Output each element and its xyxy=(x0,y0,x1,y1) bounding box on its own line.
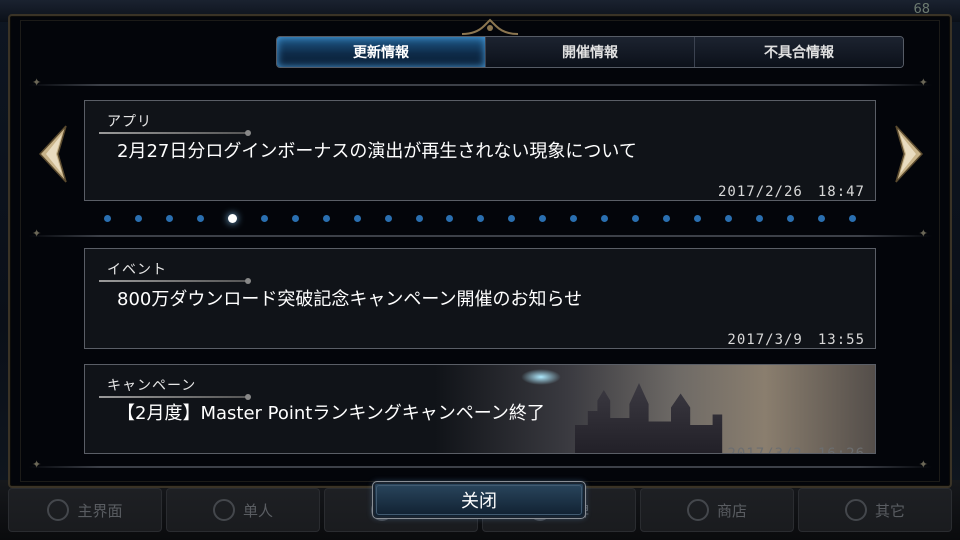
close-button[interactable]: 关闭 xyxy=(372,481,586,519)
nav-item-shop: 商店 xyxy=(640,488,794,532)
shop-icon xyxy=(686,499,709,521)
nav-label: 商店 xyxy=(716,501,747,520)
nav-label: 其它 xyxy=(874,501,905,520)
pagination-dot[interactable] xyxy=(477,214,485,222)
pagination-dot[interactable] xyxy=(291,214,299,222)
pagination-dot[interactable] xyxy=(632,214,640,222)
news-date: 2017/2/26 18:47 xyxy=(717,184,865,200)
nav-item-home: 主界面 xyxy=(8,488,162,532)
pagination-dot[interactable] xyxy=(756,214,764,222)
nav-item-other: 其它 xyxy=(798,488,952,532)
news-category: キャンペーン xyxy=(107,378,197,394)
castle-silhouette xyxy=(575,383,723,453)
pagination-dot[interactable] xyxy=(165,214,173,222)
category-underline xyxy=(99,278,251,284)
tab-events[interactable]: 開催情報 xyxy=(486,37,695,67)
nav-label: 单人 xyxy=(242,501,273,520)
news-category: アプリ xyxy=(107,114,152,130)
news-title: 2月27日分ログインボーナスの演出が再生されない現象について xyxy=(117,141,637,162)
pagination-dot[interactable] xyxy=(663,214,671,222)
next-arrow-icon[interactable] xyxy=(894,124,924,184)
news-tabs: 更新情報 開催情報 不具合情報 xyxy=(276,36,904,68)
pagination-dot[interactable] xyxy=(817,214,825,222)
pagination-dot[interactable] xyxy=(104,214,111,222)
pagination-dot[interactable] xyxy=(601,214,609,222)
tab-updates[interactable]: 更新情報 xyxy=(277,37,486,67)
nav-label: 主界面 xyxy=(77,501,123,520)
swords-icon xyxy=(212,499,235,521)
pagination-dot[interactable] xyxy=(415,214,423,222)
other-icon xyxy=(844,499,867,521)
news-date: 2017/3/9 13:55 xyxy=(727,332,865,348)
pagination-dot-active[interactable] xyxy=(227,213,237,223)
pagination-dot[interactable] xyxy=(694,214,702,222)
category-underline xyxy=(99,394,251,400)
pagination-dot[interactable] xyxy=(353,214,361,222)
pagination-dot[interactable] xyxy=(196,214,204,222)
news-card[interactable]: キャンペーン 【2月度】Master Pointランキングキャンペーン終了 20… xyxy=(84,364,876,454)
pagination-dot[interactable] xyxy=(570,214,578,222)
close-button-label: 关闭 xyxy=(461,491,497,512)
pagination-dots xyxy=(104,212,856,224)
pagination-dot[interactable] xyxy=(446,214,454,222)
nav-item-solo: 单人 xyxy=(166,488,320,532)
prev-arrow-icon[interactable] xyxy=(38,124,68,184)
glow-orb xyxy=(521,369,561,385)
divider xyxy=(28,76,932,89)
home-icon xyxy=(47,499,70,521)
pagination-dot[interactable] xyxy=(539,214,547,222)
pagination-dot[interactable] xyxy=(322,214,330,222)
ornament-icon xyxy=(462,18,518,35)
divider xyxy=(28,227,932,240)
tab-bug-reports[interactable]: 不具合情報 xyxy=(695,37,903,67)
pagination-dot[interactable] xyxy=(786,214,794,222)
pagination-dot[interactable] xyxy=(508,214,516,222)
pagination-dot[interactable] xyxy=(134,214,142,222)
category-underline xyxy=(99,130,251,136)
news-card[interactable]: アプリ 2月27日分ログインボーナスの演出が再生されない現象について 2017/… xyxy=(84,100,876,201)
news-title: 800万ダウンロード突破記念キャンペーン開催のお知らせ xyxy=(117,289,583,310)
divider xyxy=(28,458,932,471)
news-card[interactable]: イベント 800万ダウンロード突破記念キャンペーン開催のお知らせ 2017/3/… xyxy=(84,248,876,349)
pagination-dot[interactable] xyxy=(384,214,392,222)
pagination-dot[interactable] xyxy=(260,214,268,222)
pagination-dot[interactable] xyxy=(848,214,856,222)
news-title: 【2月度】Master Pointランキングキャンペーン終了 xyxy=(117,403,545,424)
news-category: イベント xyxy=(107,262,167,278)
pagination-dot[interactable] xyxy=(725,214,733,222)
news-date: 2017/3/2 16:26 xyxy=(727,446,865,454)
